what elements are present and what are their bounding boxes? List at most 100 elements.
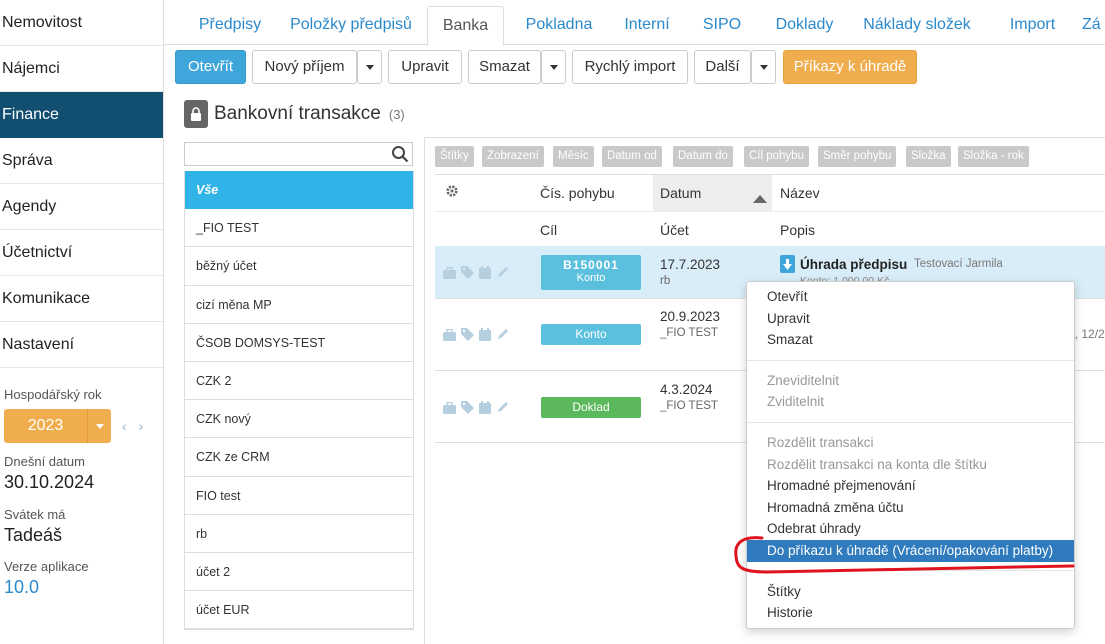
nav-item-komunikace[interactable]: Komunikace bbox=[0, 276, 163, 322]
filter-chip-date-from[interactable]: Datum od bbox=[602, 146, 662, 167]
tab-banka[interactable]: Banka bbox=[427, 6, 504, 46]
tab-interni[interactable]: Interní bbox=[614, 6, 680, 46]
filter-chip-date-to[interactable]: Datum do bbox=[673, 146, 733, 167]
tag-icon[interactable] bbox=[461, 401, 474, 414]
header-date[interactable]: Datum bbox=[660, 185, 701, 201]
tab-import[interactable]: Import bbox=[994, 6, 1071, 46]
pencil-icon[interactable] bbox=[496, 328, 509, 341]
target-badge[interactable]: B150001 Konto bbox=[541, 255, 641, 290]
tag-icon[interactable] bbox=[461, 328, 474, 341]
header-desc[interactable]: Popis bbox=[780, 222, 815, 238]
account-item[interactable]: běžný účet bbox=[185, 247, 413, 286]
nav-item-nemovitost[interactable]: Nemovitost bbox=[0, 0, 163, 46]
briefcase-icon[interactable] bbox=[443, 401, 456, 414]
tab-truncated[interactable]: Zá bbox=[1082, 6, 1105, 46]
filter-chip-folder[interactable]: Složka bbox=[906, 146, 951, 167]
briefcase-icon[interactable] bbox=[443, 328, 456, 341]
tab-sipo[interactable]: SIPO bbox=[689, 6, 755, 46]
nav-item-nastaveni[interactable]: Nastavení bbox=[0, 322, 163, 368]
sort-asc-icon[interactable] bbox=[753, 190, 767, 206]
movement-number: B150001 bbox=[563, 258, 619, 272]
account-item[interactable]: rb bbox=[185, 515, 413, 553]
filter-chip-direction[interactable]: Směr pohybu bbox=[818, 146, 897, 167]
header-account[interactable]: Účet bbox=[660, 222, 689, 238]
search-field[interactable] bbox=[184, 142, 413, 166]
row-action-icons bbox=[443, 328, 509, 341]
filter-chip-month[interactable]: Měsíc bbox=[553, 146, 594, 167]
tab-naklady-slozek[interactable]: Náklady složek bbox=[854, 6, 980, 46]
chevron-down-icon[interactable] bbox=[357, 50, 382, 84]
account-item[interactable]: účet 2 bbox=[185, 553, 413, 592]
table-header: Čís. pohybu Datum Název Cíl Účet Popis bbox=[435, 174, 1105, 246]
nav-item-ucetnictvi[interactable]: Účetnictví bbox=[0, 230, 163, 276]
menu-item-delete[interactable]: Smazat bbox=[747, 329, 1074, 351]
filter-chip-display[interactable]: Zobrazení bbox=[482, 146, 544, 167]
filter-chip-tags[interactable]: Štítky bbox=[435, 146, 474, 167]
payment-orders-button[interactable]: Příkazy k úhradě bbox=[783, 50, 917, 84]
year-nav-arrows[interactable]: ‹ › bbox=[122, 418, 147, 434]
nav-item-najemci[interactable]: Nájemci bbox=[0, 46, 163, 92]
tab-pokladna[interactable]: Pokladna bbox=[509, 6, 609, 46]
menu-item-edit[interactable]: Upravit bbox=[747, 308, 1074, 330]
pencil-icon[interactable] bbox=[496, 401, 509, 414]
account-item[interactable]: CZK ze CRM bbox=[185, 438, 413, 477]
calendar-icon[interactable] bbox=[479, 328, 491, 341]
pencil-icon[interactable] bbox=[496, 266, 509, 279]
target-badge[interactable]: Doklad bbox=[541, 397, 641, 418]
menu-item-history[interactable]: Historie bbox=[747, 602, 1074, 624]
header-name[interactable]: Název bbox=[780, 185, 820, 201]
chevron-down-icon[interactable] bbox=[541, 50, 566, 84]
row-date: 17.7.2023 bbox=[660, 257, 721, 272]
calendar-icon[interactable] bbox=[479, 401, 491, 414]
tag-icon[interactable] bbox=[461, 266, 474, 279]
account-item[interactable]: cizí měna MP bbox=[185, 286, 413, 324]
chevron-down-icon[interactable] bbox=[751, 50, 776, 84]
nav-item-sprava[interactable]: Správa bbox=[0, 138, 163, 184]
target-badge[interactable]: Konto bbox=[541, 324, 641, 345]
account-item[interactable]: CZK nový bbox=[185, 400, 413, 439]
filter-chip-folder-year[interactable]: Složka - rok bbox=[958, 146, 1029, 167]
filter-chip-target[interactable]: Cíl pohybu bbox=[744, 146, 809, 167]
account-item[interactable]: ČSOB DOMSYS-TEST bbox=[185, 324, 413, 362]
search-input[interactable] bbox=[185, 143, 385, 165]
page-title-bar: Bankovní transakce (3) bbox=[184, 99, 405, 129]
chevron-down-icon[interactable] bbox=[87, 409, 111, 443]
account-item-all[interactable]: Vše bbox=[185, 171, 413, 210]
account-item[interactable]: účet EUR bbox=[185, 591, 413, 630]
nameday-label: Svátek má bbox=[4, 507, 66, 522]
tab-doklady[interactable]: Doklady bbox=[762, 6, 847, 46]
menu-item-open[interactable]: Otevřít bbox=[747, 286, 1074, 308]
tab-predpisy[interactable]: Předpisy bbox=[180, 6, 280, 46]
open-button[interactable]: Otevřít bbox=[175, 50, 246, 84]
row-account: _FIO TEST bbox=[660, 400, 718, 412]
row-action-icons bbox=[443, 266, 509, 279]
delete-button[interactable]: Smazat bbox=[468, 50, 541, 84]
briefcase-icon[interactable] bbox=[443, 266, 456, 279]
header-mov-no[interactable]: Čís. pohybu bbox=[540, 185, 615, 201]
nav-item-agendy[interactable]: Agendy bbox=[0, 184, 163, 230]
page-title: Bankovní transakce bbox=[214, 103, 381, 124]
tab-polozky-predpisu[interactable]: Položky předpisů bbox=[280, 6, 422, 46]
version-value[interactable]: 10.0 bbox=[4, 577, 39, 598]
account-item[interactable]: CZK 2 bbox=[185, 362, 413, 401]
more-button[interactable]: Další bbox=[694, 50, 751, 84]
tab-bar: Předpisy Položky předpisů Banka Pokladna… bbox=[164, 0, 1105, 46]
nav-item-finance[interactable]: Finance bbox=[0, 92, 163, 138]
account-item[interactable]: FIO test bbox=[185, 477, 413, 515]
menu-item-split-by-tag: Rozdělit transakci na konta dle štítku bbox=[767, 457, 987, 472]
account-item[interactable]: _FIO TEST bbox=[185, 209, 413, 248]
calendar-icon[interactable] bbox=[479, 266, 491, 279]
header-target[interactable]: Cíl bbox=[540, 222, 557, 238]
gear-icon[interactable] bbox=[445, 184, 459, 201]
menu-item-bulk-account-change[interactable]: Hromadná změna účtu bbox=[747, 497, 1074, 519]
edit-button[interactable]: Upravit bbox=[388, 50, 462, 84]
menu-item-tags[interactable]: Štítky bbox=[747, 581, 1074, 603]
badge-label: Konto bbox=[576, 272, 606, 284]
search-icon[interactable] bbox=[391, 145, 409, 166]
new-income-button[interactable]: Nový příjem bbox=[252, 50, 357, 84]
arrow-down-icon bbox=[780, 255, 795, 273]
row-title[interactable]: Úhrada předpisu bbox=[800, 257, 907, 272]
quick-import-button[interactable]: Rychlý import bbox=[572, 50, 688, 84]
menu-item-bulk-rename[interactable]: Hromadné přejmenování bbox=[747, 475, 1074, 497]
fiscal-year-select[interactable]: 2023 bbox=[4, 409, 111, 443]
